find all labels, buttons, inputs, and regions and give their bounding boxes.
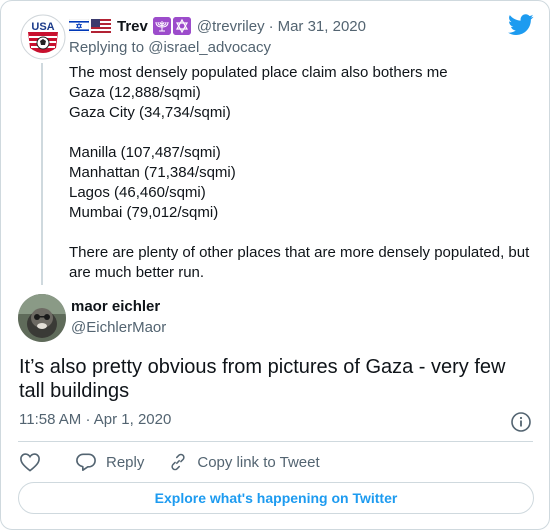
parent-line: Gaza City (34,734/sqmi) [69, 104, 231, 121]
israel-flag-icon [68, 18, 90, 34]
parent-line: Manilla (107,487/sqmi) [69, 144, 221, 161]
reply-label[interactable]: Reply [106, 454, 144, 471]
main-tweet-timestamp[interactable]: 11:58 AM · Apr 1, 2020 [19, 411, 171, 428]
parent-line: Lagos (46,460/sqmi) [69, 184, 206, 201]
tweet-date[interactable]: Apr 1, 2020 [94, 411, 172, 428]
us-flag-icon [91, 19, 111, 33]
info-icon[interactable] [510, 411, 532, 433]
tweet-embed-card: USA Trev @trevriley · Mar 31, 2020 Reply… [0, 0, 550, 530]
replying-to-prefix: Replying to [69, 39, 145, 56]
tweet-actions-bar: Reply Copy link to Tweet [19, 449, 320, 475]
copy-link-button[interactable]: Copy link to Tweet [168, 452, 320, 472]
thread-connector-line [41, 63, 43, 285]
parent-line: Gaza (12,888/sqmi) [69, 84, 201, 101]
reply-icon [76, 453, 96, 471]
main-author-handle[interactable]: @EichlerMaor [71, 319, 166, 336]
link-icon [171, 453, 185, 471]
replying-to-handle[interactable]: @israel_advocacy [148, 39, 271, 56]
parent-author-name[interactable]: Trev [117, 18, 148, 35]
heart-icon [20, 453, 40, 472]
divider [18, 441, 533, 442]
main-tweet-text: It’s also pretty obvious from pictures o… [19, 356, 506, 402]
explore-twitter-button[interactable]: Explore what's happening on Twitter [18, 482, 534, 514]
avatar-trev[interactable]: USA [20, 14, 66, 60]
parent-author-handle[interactable]: @trevriley [197, 18, 265, 35]
svg-text:USA: USA [31, 21, 54, 33]
like-button[interactable] [19, 452, 41, 472]
copy-link-label[interactable]: Copy link to Tweet [197, 454, 319, 471]
date-separator: · [85, 411, 91, 428]
parent-line: Mumbai (79,012/sqmi) [69, 204, 219, 221]
menorah-icon [152, 17, 171, 35]
parent-tweet-text: The most densely populated place claim a… [69, 63, 539, 283]
reply-button[interactable]: Reply [75, 452, 144, 472]
parent-line: The most densely populated place claim a… [69, 64, 448, 81]
parent-tweet-header: Trev @trevriley · Mar 31, 2020 [68, 16, 366, 36]
parent-tweet-date[interactable]: Mar 31, 2020 [278, 18, 366, 35]
avatar-maor-eichler[interactable] [18, 294, 66, 342]
date-separator: · [268, 17, 274, 35]
parent-line: Manhattan (71,384/sqmi) [69, 164, 236, 181]
replying-to-line: Replying to @israel_advocacy [69, 39, 271, 56]
tweet-time[interactable]: 11:58 AM [19, 411, 81, 428]
twitter-logo-icon[interactable] [508, 14, 534, 36]
star-of-david-icon [172, 17, 191, 35]
parent-line: There are plenty of other places that ar… [69, 244, 530, 281]
main-author-name[interactable]: maor eichler [71, 298, 160, 315]
